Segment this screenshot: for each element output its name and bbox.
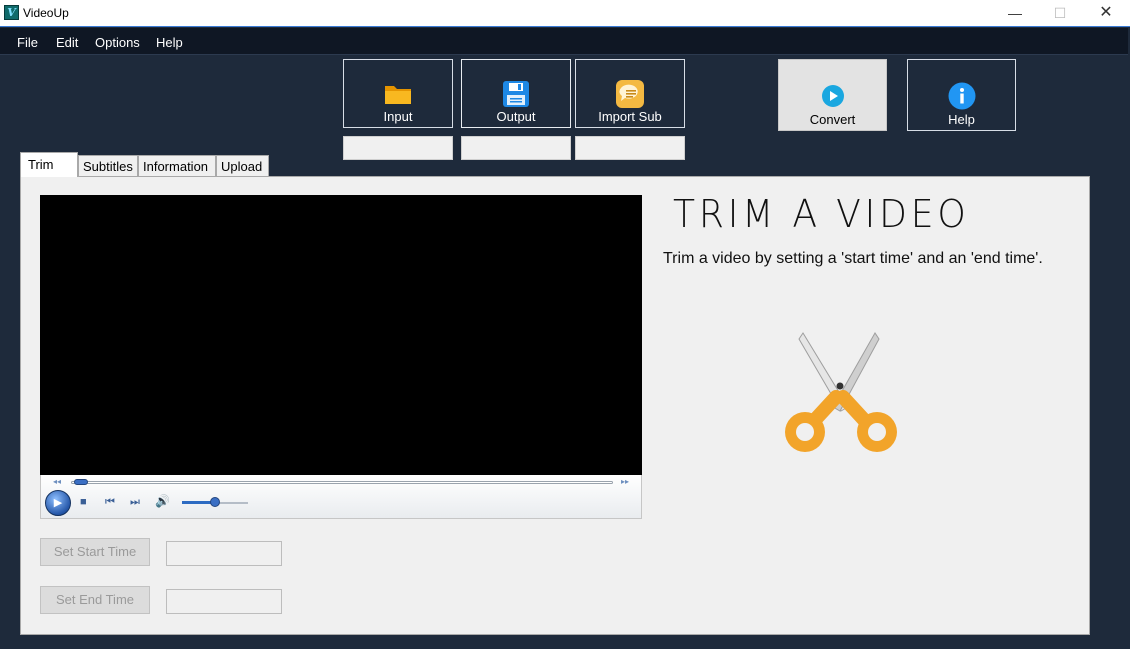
title-bar: V VideoUp — ☐ ✕ [0, 0, 1130, 27]
set-end-time-button[interactable]: Set End Time [40, 586, 150, 614]
previous-icon[interactable]: ⏮ [105, 496, 115, 509]
input-button-label: Input [383, 109, 413, 124]
rewind-icon[interactable]: ◂◂ [53, 477, 61, 486]
help-button-label: Help [948, 112, 975, 127]
minimize-button[interactable]: — [992, 0, 1038, 26]
subtitle-chat-icon [616, 80, 644, 108]
volume-icon[interactable]: 🔊 [155, 494, 170, 508]
output-button-label: Output [496, 109, 536, 124]
seek-bar[interactable] [71, 481, 613, 484]
info-icon [948, 82, 975, 110]
subtitle-path-field [575, 136, 685, 160]
media-controls: ◂◂ ▸▸ ▶ ■ ⏮ ⏭ 🔊 [40, 475, 642, 519]
folder-icon [385, 86, 411, 104]
scissors-icon [785, 332, 897, 452]
output-path-field [461, 136, 571, 160]
tab-trim[interactable]: Trim [20, 152, 78, 177]
tab-information[interactable]: Information [138, 155, 216, 177]
close-button[interactable]: ✕ [1083, 0, 1129, 26]
end-time-field[interactable] [166, 589, 282, 614]
seek-handle[interactable] [74, 479, 89, 485]
import-sub-button-label: Import Sub [598, 109, 662, 124]
menu-options[interactable]: Options [95, 35, 140, 50]
convert-button[interactable]: Convert [778, 59, 887, 131]
maximize-button[interactable]: ☐ [1037, 0, 1083, 26]
trim-title: TRIM A VIDEO [673, 192, 970, 236]
tab-upload[interactable]: Upload [216, 155, 269, 177]
save-icon [503, 81, 529, 107]
help-button[interactable]: Help [907, 59, 1016, 131]
next-icon[interactable]: ⏭ [130, 496, 140, 509]
set-start-time-button[interactable]: Set Start Time [40, 538, 150, 566]
window-title: VideoUp [23, 6, 69, 20]
menu-file[interactable]: File [17, 35, 38, 50]
output-button[interactable]: Output [461, 59, 571, 128]
menu-help[interactable]: Help [156, 35, 183, 50]
trim-description: Trim a video by setting a 'start time' a… [663, 250, 1043, 267]
menu-edit[interactable]: Edit [56, 35, 78, 50]
stop-icon[interactable]: ■ [80, 496, 87, 508]
input-button[interactable]: Input [343, 59, 453, 128]
menu-bar: File Edit Options Help [0, 28, 1128, 55]
convert-button-label: Convert [809, 112, 856, 127]
import-sub-button[interactable]: Import Sub [575, 59, 685, 128]
play-circle-icon [821, 85, 844, 107]
app-logo-icon: V [4, 5, 19, 20]
input-path-field [343, 136, 453, 160]
play-button[interactable]: ▶ [45, 490, 71, 516]
tab-subtitles[interactable]: Subtitles [78, 155, 138, 177]
volume-handle[interactable] [210, 497, 220, 507]
video-preview[interactable] [40, 195, 642, 475]
start-time-field[interactable] [166, 541, 282, 566]
fast-forward-icon[interactable]: ▸▸ [621, 477, 629, 486]
trim-panel: ◂◂ ▸▸ ▶ ■ ⏮ ⏭ 🔊 Set Start Time Set End T… [20, 176, 1090, 635]
